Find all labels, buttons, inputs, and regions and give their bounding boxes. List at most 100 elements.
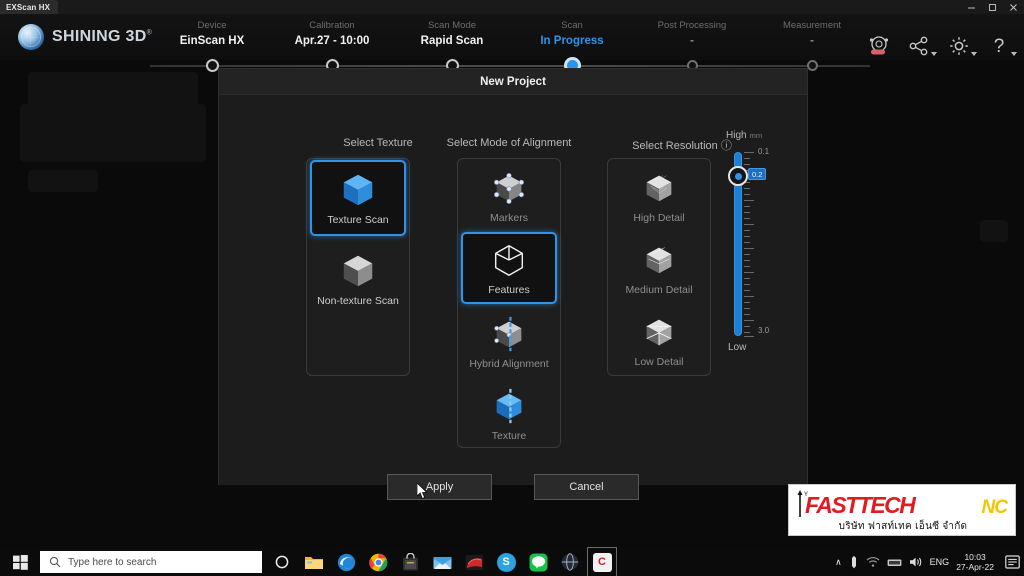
svg-text:?: ? xyxy=(994,36,1005,57)
notification-icon[interactable] xyxy=(1005,555,1020,569)
brand-name-label: SHINING 3D xyxy=(52,28,147,45)
option-features-label: Features xyxy=(488,283,530,296)
gear-icon[interactable] xyxy=(946,34,977,58)
share-icon[interactable] xyxy=(906,34,937,58)
taskbar-clock[interactable]: 10:03 27-Apr-22 xyxy=(956,552,994,572)
taskbar-pinned-apps: S C xyxy=(268,547,617,576)
close-icon[interactable] xyxy=(1003,0,1024,14)
shining3d-logo-icon xyxy=(18,24,44,50)
resolution-option-group: High Detail Medium Detail Low Detail xyxy=(607,158,711,376)
volume-icon[interactable] xyxy=(909,556,923,568)
store-icon[interactable] xyxy=(396,548,424,576)
header-icon-group: ? xyxy=(866,34,1017,58)
option-markers[interactable]: Markers xyxy=(461,161,557,231)
exscan-app-icon[interactable]: C xyxy=(587,547,617,576)
hybrid-cube-icon xyxy=(494,316,522,351)
option-features[interactable]: Features xyxy=(461,232,557,304)
cortana-icon[interactable] xyxy=(268,548,296,576)
option-high-detail-label: High Detail xyxy=(633,211,685,224)
scan-settings-icon[interactable] xyxy=(866,34,892,58)
step-measurement-value: - xyxy=(810,35,814,47)
watermark-main-label: FASTTECH xyxy=(805,492,916,518)
slider-high-label: High mm xyxy=(726,130,762,141)
dense-cube-icon xyxy=(646,175,672,201)
slider-knob[interactable] xyxy=(728,166,748,186)
edge-icon[interactable] xyxy=(332,548,360,576)
option-medium-detail-label: Medium Detail xyxy=(625,283,693,296)
resolution-slider[interactable]: High mm 0.1 3.0 0.2 Low xyxy=(722,130,792,365)
search-icon xyxy=(49,556,61,568)
clock-date: 27-Apr-22 xyxy=(956,562,994,572)
sparse-cube-icon xyxy=(646,319,672,345)
wire-cube-icon xyxy=(494,244,524,276)
wifi-icon[interactable] xyxy=(866,556,880,568)
option-non-texture-scan[interactable]: Non-texture Scan xyxy=(310,241,406,317)
maximize-icon[interactable] xyxy=(982,0,1003,14)
chevron-down-icon[interactable] xyxy=(1011,52,1017,56)
watermark-main-text: FASTTECH xyxy=(805,492,916,518)
network-icon[interactable] xyxy=(887,557,902,568)
windows-taskbar: Type here to search S C ∧ ENG 10:03 27-A… xyxy=(0,547,1024,576)
tray-chevron-icon[interactable]: ∧ xyxy=(835,557,842,568)
brand: SHINING 3D® xyxy=(18,24,152,50)
slider-low-label: Low xyxy=(728,342,747,353)
stepper-rail xyxy=(150,65,870,67)
option-low-detail[interactable]: Low Detail xyxy=(611,305,707,375)
clock-time: 10:03 xyxy=(964,552,986,562)
skype-icon[interactable]: S xyxy=(492,548,520,576)
screen: EXScan HX SHINING 3D® Device EinScan HX … xyxy=(0,0,1024,576)
chevron-down-icon[interactable] xyxy=(971,52,977,56)
option-texture-align[interactable]: Texture xyxy=(461,379,557,449)
option-texture-scan-label: Texture Scan xyxy=(327,213,389,226)
watermark-nc-label: NC xyxy=(981,497,1008,518)
option-high-detail[interactable]: High Detail xyxy=(611,161,707,231)
window-tab-label: EXScan HX xyxy=(6,2,51,12)
background-panel-bottom xyxy=(28,170,98,192)
watermark-thai-line: บริษัท ฟาสท์เทค เอ็นซี จำกัด xyxy=(838,521,968,532)
option-low-detail-label: Low Detail xyxy=(634,355,684,368)
search-placeholder: Type here to search xyxy=(68,556,157,568)
window-tab[interactable]: EXScan HX xyxy=(0,0,59,14)
line-icon[interactable] xyxy=(524,548,552,576)
marker-cube-icon xyxy=(494,172,524,204)
option-markers-label: Markers xyxy=(490,211,528,224)
windows-start-icon[interactable] xyxy=(0,548,40,576)
option-medium-detail[interactable]: Medium Detail xyxy=(611,233,707,303)
alignment-option-group: Markers Features Hybrid Alignment Textur… xyxy=(457,158,561,448)
select-resolution-label: Select Resolution xyxy=(632,140,718,152)
dialog-title: New Project xyxy=(480,75,546,88)
slider-min-value: 3.0 xyxy=(758,326,770,335)
stepper-dot-measurement[interactable] xyxy=(806,60,818,71)
step-measurement-label: Measurement xyxy=(782,20,842,31)
step-measurement[interactable]: Measurement - xyxy=(737,20,887,49)
dialog-titlebar: New Project xyxy=(219,69,807,95)
slider-unit-text: mm xyxy=(749,131,763,140)
slider-max-value: 0.1 xyxy=(758,147,770,156)
mail-icon[interactable] xyxy=(428,548,456,576)
stepper-dot-device[interactable] xyxy=(205,59,219,72)
window-titlebar: EXScan HX xyxy=(0,0,1024,14)
apply-button[interactable]: Apply xyxy=(387,474,492,500)
workflow-stepper: Device EinScan HX Calibration Apr.27 - 1… xyxy=(150,20,870,74)
option-hybrid-alignment[interactable]: Hybrid Alignment xyxy=(461,307,557,377)
browser-icon[interactable] xyxy=(556,548,584,576)
help-icon[interactable]: ? xyxy=(986,34,1017,58)
option-texture-scan[interactable]: Texture Scan xyxy=(310,160,406,236)
cancel-button-label: Cancel xyxy=(569,481,604,493)
pen-icon[interactable] xyxy=(849,555,859,569)
new-project-dialog: New Project Select Texture Select Mode o… xyxy=(218,68,808,500)
chevron-down-icon[interactable] xyxy=(931,52,937,56)
option-non-texture-scan-label: Non-texture Scan xyxy=(317,294,399,307)
tray-language[interactable]: ENG xyxy=(930,557,950,567)
cancel-button[interactable]: Cancel xyxy=(534,474,639,500)
gray-cube-icon xyxy=(343,255,373,286)
search-input[interactable]: Type here to search xyxy=(40,551,262,573)
chrome-icon[interactable] xyxy=(364,548,392,576)
media-icon[interactable] xyxy=(460,548,488,576)
background-panel-right xyxy=(980,220,1008,242)
apply-button-label: Apply xyxy=(425,481,454,493)
file-explorer-icon[interactable] xyxy=(300,548,328,576)
option-texture-align-label: Texture xyxy=(491,429,527,442)
background-panel-small xyxy=(118,104,206,132)
minimize-icon[interactable] xyxy=(961,0,982,14)
